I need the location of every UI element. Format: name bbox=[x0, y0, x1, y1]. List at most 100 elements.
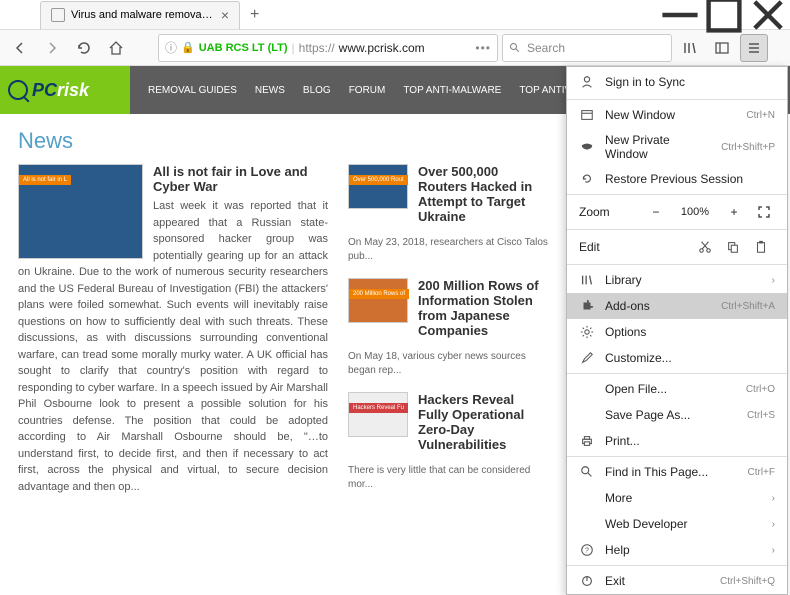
copy-button[interactable] bbox=[719, 236, 747, 258]
menu-web-developer[interactable]: Web Developer › bbox=[567, 511, 787, 537]
article-excerpt: On May 18, various cyber news sources be… bbox=[348, 350, 548, 378]
help-icon: ? bbox=[579, 542, 595, 558]
lock-icon: 🔒 bbox=[181, 41, 195, 54]
menu-sign-in[interactable]: Sign in to Sync bbox=[567, 67, 787, 97]
article-title[interactable]: 200 Million Rows of Information Stolen f… bbox=[418, 278, 548, 338]
browser-tab[interactable]: Virus and malware removal ins × bbox=[40, 1, 240, 29]
url-host: www.pcrisk.com bbox=[339, 41, 425, 55]
nav-item[interactable]: REMOVAL GUIDES bbox=[148, 85, 237, 96]
thumb-caption: All is not fair in L bbox=[19, 175, 71, 185]
thumb-caption: Over 500,000 Rout bbox=[349, 175, 408, 185]
new-tab-button[interactable]: + bbox=[246, 6, 263, 24]
lead-article: All is not fair in L All is not fair in … bbox=[18, 164, 328, 495]
minimize-button[interactable] bbox=[658, 0, 702, 30]
reload-button[interactable] bbox=[70, 34, 98, 62]
info-icon[interactable]: ⓘ bbox=[165, 39, 177, 56]
article-title[interactable]: Hackers Reveal Fully Operational Zero-Da… bbox=[418, 392, 548, 452]
cut-button[interactable] bbox=[691, 236, 719, 258]
menu-more[interactable]: More › bbox=[567, 485, 787, 511]
menu-edit-row: Edit bbox=[567, 232, 787, 262]
titlebar: Virus and malware removal ins × + bbox=[0, 0, 790, 30]
paintbrush-icon bbox=[579, 350, 595, 366]
paste-button[interactable] bbox=[747, 236, 775, 258]
back-button[interactable] bbox=[6, 34, 34, 62]
article-thumbnail[interactable]: 200 Million Rows of bbox=[348, 278, 408, 323]
menu-open-file[interactable]: Open File... Ctrl+O bbox=[567, 376, 787, 402]
hamburger-menu-button[interactable] bbox=[740, 34, 768, 62]
menu-save-as[interactable]: Save Page As... Ctrl+S bbox=[567, 402, 787, 428]
menu-exit[interactable]: Exit Ctrl+Shift+Q bbox=[567, 568, 787, 594]
menu-label: Add-ons bbox=[605, 299, 711, 313]
library-button[interactable] bbox=[676, 34, 704, 62]
menu-label: New Window bbox=[605, 108, 736, 122]
menu-label: Find in This Page... bbox=[605, 465, 738, 479]
menu-options[interactable]: Options bbox=[567, 319, 787, 345]
home-button[interactable] bbox=[102, 34, 130, 62]
url-bar[interactable]: ⓘ 🔒 UAB RCS LT (LT) | https://www.pcrisk… bbox=[158, 34, 498, 62]
menu-shortcut: Ctrl+Shift+A bbox=[721, 301, 775, 312]
article-thumbnail[interactable]: All is not fair in L bbox=[18, 164, 143, 259]
maximize-button[interactable] bbox=[702, 0, 746, 30]
menu-label: Web Developer bbox=[605, 517, 762, 531]
article-item: Over 500,000 Rout Over 500,000 Routers H… bbox=[348, 164, 548, 264]
nav-item[interactable]: NEWS bbox=[255, 85, 285, 96]
menu-label: Customize... bbox=[605, 351, 775, 365]
puzzle-icon bbox=[579, 298, 595, 314]
logo-magnifier-icon bbox=[8, 80, 28, 100]
article-excerpt: There is very little that can be conside… bbox=[348, 464, 548, 492]
fullscreen-button[interactable] bbox=[753, 201, 775, 223]
menu-label: New Private Window bbox=[605, 133, 711, 161]
article-thumbnail[interactable]: Hackers Reveal Fu bbox=[348, 392, 408, 437]
thumb-caption: Hackers Reveal Fu bbox=[349, 403, 408, 413]
thumb-caption: 200 Million Rows of bbox=[349, 289, 409, 299]
zoom-out-button[interactable]: − bbox=[645, 201, 667, 223]
library-icon bbox=[579, 272, 595, 288]
menu-label: Options bbox=[605, 325, 775, 339]
nav-item[interactable]: TOP ANTI-MALWARE bbox=[403, 85, 501, 96]
zoom-percentage: 100% bbox=[675, 206, 715, 218]
tab-title: Virus and malware removal ins bbox=[71, 9, 215, 21]
blank-icon bbox=[579, 516, 595, 532]
menu-help[interactable]: ? Help › bbox=[567, 537, 787, 563]
nav-item[interactable]: BLOG bbox=[303, 85, 331, 96]
search-placeholder: Search bbox=[527, 41, 565, 55]
article-excerpt: On May 23, 2018, researchers at Cisco Ta… bbox=[348, 236, 548, 264]
toolbar: ⓘ 🔒 UAB RCS LT (LT) | https://www.pcrisk… bbox=[0, 30, 790, 66]
menu-shortcut: Ctrl+O bbox=[746, 384, 775, 395]
menu-library[interactable]: Library › bbox=[567, 267, 787, 293]
menu-zoom-row: Zoom − 100% + bbox=[567, 197, 787, 227]
menu-print[interactable]: Print... bbox=[567, 428, 787, 454]
search-bar[interactable]: Search bbox=[502, 34, 672, 62]
menu-label: Print... bbox=[605, 434, 775, 448]
application-menu: Sign in to Sync New Window Ctrl+N New Pr… bbox=[566, 66, 788, 595]
menu-label: Help bbox=[605, 543, 762, 557]
sidebar-button[interactable] bbox=[708, 34, 736, 62]
zoom-in-button[interactable]: + bbox=[723, 201, 745, 223]
restore-icon bbox=[579, 171, 595, 187]
menu-restore-session[interactable]: Restore Previous Session bbox=[567, 166, 787, 192]
printer-icon bbox=[579, 433, 595, 449]
url-protocol: https:// bbox=[299, 41, 335, 55]
article-thumbnail[interactable]: Over 500,000 Rout bbox=[348, 164, 408, 209]
menu-shortcut: Ctrl+N bbox=[746, 110, 775, 121]
page-action-icon[interactable]: ••• bbox=[475, 41, 491, 55]
gear-icon bbox=[579, 324, 595, 340]
article-title[interactable]: Over 500,000 Routers Hacked in Attempt t… bbox=[418, 164, 548, 224]
site-logo[interactable]: PCrisk bbox=[0, 66, 130, 114]
tab-close-icon[interactable]: × bbox=[221, 7, 229, 23]
edit-label: Edit bbox=[579, 240, 691, 254]
menu-shortcut: Ctrl+Shift+P bbox=[721, 142, 775, 153]
user-icon bbox=[579, 74, 595, 90]
nav-item[interactable]: FORUM bbox=[349, 85, 386, 96]
window-close-button[interactable] bbox=[746, 0, 790, 30]
menu-new-private-window[interactable]: New Private Window Ctrl+Shift+P bbox=[567, 128, 787, 166]
search-icon bbox=[509, 42, 521, 54]
article-item: 200 Million Rows of 200 Million Rows of … bbox=[348, 278, 548, 378]
menu-addons[interactable]: Add-ons Ctrl+Shift+A bbox=[567, 293, 787, 319]
menu-find[interactable]: Find in This Page... Ctrl+F bbox=[567, 459, 787, 485]
forward-button[interactable] bbox=[38, 34, 66, 62]
menu-customize[interactable]: Customize... bbox=[567, 345, 787, 371]
mask-icon bbox=[579, 139, 595, 155]
menu-new-window[interactable]: New Window Ctrl+N bbox=[567, 102, 787, 128]
tab-favicon bbox=[51, 8, 65, 22]
